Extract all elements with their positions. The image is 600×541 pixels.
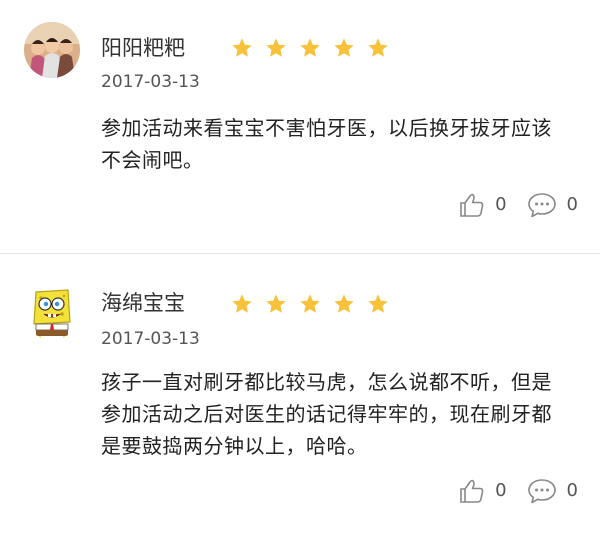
like-button[interactable]: 0 [459, 478, 507, 504]
star-rating [231, 290, 401, 318]
comment-button[interactable]: 0 [527, 192, 578, 218]
star-icon [300, 38, 320, 57]
review-item: 海绵宝宝 2017-03-13 孩子一直对刷牙都比较马虎，怎么说都不听，但是参加… [0, 254, 600, 541]
star-icon [232, 38, 252, 57]
like-count: 0 [495, 480, 507, 501]
review-content: 孩子一直对刷牙都比较马虎，怎么说都不听，但是参加活动之后对医生的话记得牢牢的，现… [101, 370, 552, 458]
review-content: 参加活动来看宝宝不害怕牙医，以后换牙拔牙应该不会闹吧。 [101, 116, 552, 172]
review-date: 2017-03-13 [101, 72, 200, 92]
star-icon [266, 38, 286, 57]
avatar[interactable] [24, 284, 80, 340]
review-actions: 0 0 [459, 190, 578, 220]
username[interactable]: 阳阳粑粑 [101, 34, 185, 62]
star-icon [232, 294, 252, 313]
comment-count: 0 [566, 480, 578, 501]
comment-icon [527, 193, 556, 218]
star-icon [266, 294, 286, 313]
star-icon [368, 38, 388, 57]
star-icon [334, 294, 354, 313]
comment-count: 0 [566, 194, 578, 215]
comment-button[interactable]: 0 [527, 478, 578, 504]
like-button[interactable]: 0 [459, 192, 507, 218]
star-icon [368, 294, 388, 313]
review-item: 阳阳粑粑 2017-03-13 参加活动来看宝宝不害怕牙医，以后换牙拔牙应该不会… [0, 0, 600, 254]
review-actions: 0 0 [459, 476, 578, 506]
review-date: 2017-03-13 [101, 329, 200, 349]
like-count: 0 [495, 194, 507, 215]
star-rating [231, 34, 401, 62]
username[interactable]: 海绵宝宝 [101, 289, 185, 317]
thumbs-up-icon [460, 193, 484, 217]
thumbs-up-icon [460, 479, 484, 503]
star-icon [334, 38, 354, 57]
comment-icon [527, 479, 556, 504]
avatar[interactable] [24, 22, 80, 78]
star-icon [300, 294, 320, 313]
